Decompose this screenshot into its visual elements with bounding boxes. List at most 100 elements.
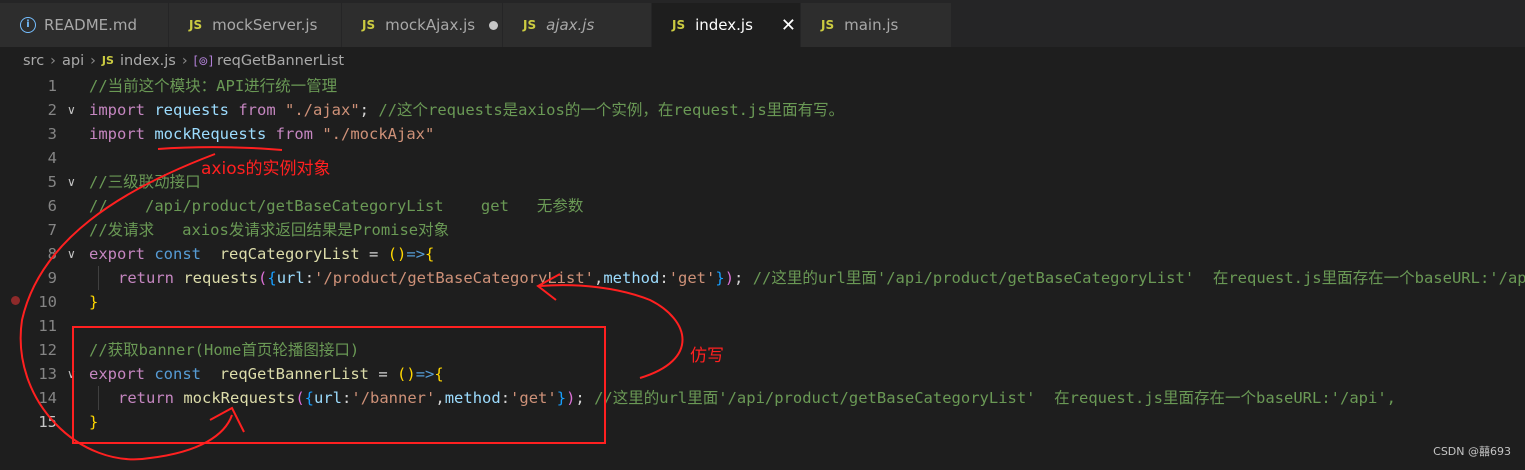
comment: //获取banner(Home首页轮播图接口) [89,341,360,359]
keyword: export [89,365,145,383]
comment: //这里的url里面'/api/product/getBaseCategoryL… [594,389,1396,407]
keyword: import [89,101,145,119]
property: method [444,389,501,407]
operator: = [369,245,379,263]
keyword: export [89,245,145,263]
identifier: requests [154,101,229,119]
punctuation: ; [359,101,370,119]
function-name: reqGetBannerList [219,365,369,383]
chevron-down-icon[interactable]: ∨ [67,175,76,189]
code-editor[interactable]: 1 //当前这个模块：API进行统一管理 2 ∨ import requests… [0,74,1525,470]
bracket: () [387,245,407,263]
symbol-variable-icon: [⊚] [193,53,214,68]
annotation-label: 仿写 [690,346,724,366]
code-text: export const reqGetBannerList = ()=>{ [89,362,444,386]
line-number: 2 [47,101,57,119]
code-text: export const reqCategoryList = ()=>{ [89,242,434,266]
keyword: const [154,245,202,263]
annotation-label: axios的实例对象 [201,159,331,179]
bracket: () [397,365,416,383]
line-number: 12 [38,341,57,359]
line-number: 14 [38,389,57,407]
bracket: ) [566,389,576,407]
breadcrumb-folder-api[interactable]: api [62,53,84,69]
breadcrumb-symbol[interactable]: reqGetBannerList [217,53,344,69]
code-text: return requests({url:'/product/getBaseCa… [118,266,1525,290]
close-icon[interactable]: ✕ [781,15,796,36]
tab-main[interactable]: JS main.js [801,3,951,47]
breadcrumb-folder-src[interactable]: src [23,53,44,69]
javascript-file-icon: JS [821,18,835,32]
code-line: 15 } [0,410,1525,434]
bracket: } [89,413,99,431]
tab-mockserver[interactable]: JS mockServer.js [169,3,341,47]
javascript-file-icon: JS [101,54,114,67]
code-text: import mockRequests from "./mockAjax" [89,122,434,146]
tab-label: main.js [844,16,899,34]
property: url [276,269,305,287]
tab-label: index.js [695,16,753,34]
chevron-right-icon: › [50,52,56,69]
code-text: // /api/product/getBaseCategoryList get … [89,194,583,218]
keyword: from [275,125,313,143]
function-name: reqCategoryList [219,245,360,263]
code-line: 6 // /api/product/getBaseCategoryList ge… [0,194,1525,218]
keyword: import [89,125,145,143]
code-line: 3 import mockRequests from "./mockAjax" [0,122,1525,146]
chevron-down-icon[interactable]: ∨ [67,103,76,117]
tab-label: mockServer.js [212,16,318,34]
watermark: CSDN @囍693 [1433,445,1511,458]
keyword: return [118,269,174,287]
bracket: { [425,245,435,263]
code-text: return mockRequests({url:'/banner',metho… [118,389,1396,407]
line-number: 7 [47,221,57,239]
code-line: 13 ∨ export const reqGetBannerList = ()=… [0,362,1525,386]
comment: //三级联动接口 [89,173,201,191]
breadcrumb-file[interactable]: index.js [120,53,176,69]
unsaved-dot-icon[interactable] [489,20,499,30]
info-icon: i [20,17,36,33]
keyword: return [118,389,174,407]
tab-label: mockAjax.js [385,16,476,34]
function-name: mockRequests [183,389,296,407]
code-line: 8 ∨ export const reqCategoryList = ()=>{ [0,242,1525,266]
bracket: } [715,269,725,287]
line-number: 1 [47,77,57,95]
javascript-file-icon: JS [189,18,203,32]
code-line: 12 //获取banner(Home首页轮播图接口) [0,338,1525,362]
tab-mockajax[interactable]: JS mockAjax.js [342,3,502,47]
chevron-down-icon[interactable]: ∨ [67,367,76,381]
tab-index[interactable]: JS index.js ✕ [652,3,800,47]
bracket: { [304,389,315,407]
line-number: 13 [38,365,57,383]
comment: //这个requests是axios的一个实例，在request.js里面有写。 [378,101,845,119]
chevron-down-icon[interactable]: ∨ [67,247,76,261]
arrow: => [415,365,435,383]
keyword: from [238,101,276,119]
line-number: 3 [47,125,57,143]
chevron-right-icon: › [181,52,188,69]
tab-ajax[interactable]: JS ajax.js [503,3,651,47]
code-line: 11 [0,314,1525,338]
breadcrumb: src › api › JS index.js › [⊚] reqGetBann… [0,47,1525,74]
string-literal: 'get' [668,269,716,287]
line-number: 5 [47,173,57,191]
property: method [603,269,660,287]
code-line: 9 return requests({url:'/product/getBase… [0,266,1525,290]
line-number: 8 [47,245,57,263]
line-number: 15 [38,413,57,431]
keyword: const [154,365,202,383]
arrow: => [406,245,426,263]
function-name: requests [183,269,258,287]
bracket: ( [258,269,268,287]
code-line: 2 ∨ import requests from "./ajax"; //这个r… [0,98,1525,122]
tab-label: README.md [44,16,138,34]
code-line: 7 //发请求 axios发请求返回结果是Promise对象 [0,218,1525,242]
tab-readme[interactable]: i README.md [0,3,168,47]
string-literal: 'get' [510,389,557,407]
bracket: } [89,293,99,311]
code-line: 14 return mockRequests({url:'/banner',me… [0,386,1525,410]
code-text: //发请求 axios发请求返回结果是Promise对象 [89,218,449,242]
editor-tab-bar: i README.md JS mockServer.js JS mockAjax… [0,0,1525,47]
line-number: 4 [47,149,57,167]
